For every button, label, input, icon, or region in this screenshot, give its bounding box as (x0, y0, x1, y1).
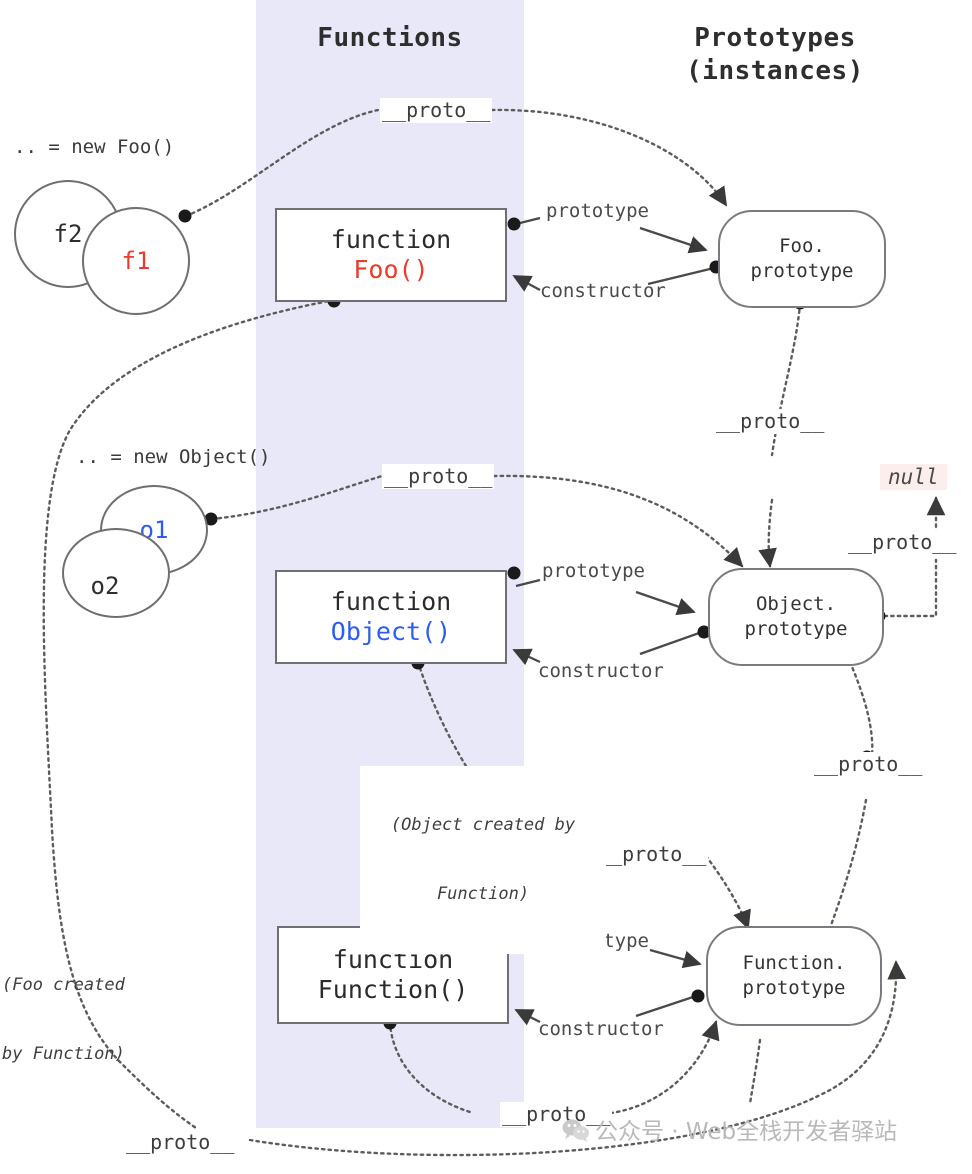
wire-object-prototype-stub (515, 578, 541, 588)
watermark-text: 公众号 · Web全栈开发者驿站 (595, 1119, 898, 1145)
function-box-object[interactable]: function Object() (275, 570, 507, 664)
proto-label-o1: __proto__ (382, 464, 495, 489)
edge-label-foo-prototype: prototype (546, 200, 649, 222)
column-heading-prototypes-line2: (instances) (686, 55, 864, 86)
prototype-box-function-line1: Function. (742, 952, 846, 975)
column-heading-functions: Functions (256, 22, 524, 55)
null-value-box: null (880, 464, 947, 490)
foo-instance-declaration: .. = new Foo() (14, 136, 175, 158)
wire-f1-proto-b (490, 108, 728, 207)
object-instance-declaration: .. = new Object() (76, 446, 271, 468)
column-heading-functions-label: Functions (317, 23, 463, 53)
wire-object-prototype (635, 590, 696, 616)
prototype-box-foo[interactable]: Foo. prototype (718, 210, 886, 308)
instance-label-o2: o2 (90, 572, 120, 600)
wire-fooproto-objproto-b (758, 498, 777, 568)
wire-function-constructor-stub (635, 994, 697, 1018)
edge-label-object-constructor: constructor (538, 660, 664, 682)
wire-objfn-note (416, 660, 468, 768)
diagram-canvas: Functions Prototypes (instances) .. = ne… (0, 0, 972, 1174)
prototype-box-function[interactable]: Function. prototype (706, 926, 882, 1026)
function-box-foo-name: Foo() (353, 255, 429, 284)
instance-circle-f1: f1 (82, 207, 190, 315)
proto-label-objectproto-down: __proto__ (812, 752, 925, 777)
wire-objproto-down-a (848, 660, 874, 758)
prototype-box-foo-line2: prototype (750, 260, 854, 282)
instance-label-f1: f1 (121, 247, 151, 275)
proto-label-foo-bottom: __proto__ (124, 1130, 237, 1155)
wire-object-constructor-stub (639, 630, 703, 656)
edge-label-object-prototype: prototype (542, 560, 645, 582)
proto-label-objectproto-to-null: __proto__ (846, 530, 959, 555)
prototype-box-function-line2: prototype (742, 977, 846, 999)
wire-function-prototype (649, 948, 702, 969)
function-box-function-name: Function() (317, 975, 469, 1004)
proto-label-f1: __proto__ (380, 98, 493, 123)
edge-label-foo-constructor: constructor (540, 280, 666, 302)
wire-foo-constructor (512, 274, 541, 292)
wire-o1-proto-a (210, 474, 384, 521)
column-heading-prototypes-line1: Prototypes (694, 23, 856, 53)
instance-circle-o2: o2 (62, 528, 170, 618)
wire-object-constructor (512, 648, 541, 666)
note-object-created-line2: Function) (436, 883, 530, 904)
note-foo-created-line2: by Function) (2, 1043, 125, 1064)
prototype-box-object-line2: prototype (744, 618, 848, 640)
prototype-box-object-line1: Object. (755, 593, 837, 616)
function-box-foo-keyword: function (330, 224, 452, 254)
wire-f1-proto-a (184, 108, 380, 218)
note-object-created-line1: (Object created by (390, 814, 576, 835)
wire-objproto-null-a (876, 558, 938, 618)
note-foo-created-by-function: (Foo created by Function) (2, 928, 182, 1112)
wire-functionfn-bottom (388, 1020, 472, 1114)
function-box-foo[interactable]: function Foo() (275, 208, 507, 302)
wire-objproto-down-b (826, 798, 868, 936)
wire-objfn-to-functionproto (704, 854, 751, 930)
watermark: 公众号 · Web全栈开发者驿站 (562, 1112, 897, 1146)
proto-label-fooproto-to-objectproto: __proto__ (714, 409, 827, 434)
wire-o1-proto-b (492, 474, 744, 568)
column-heading-prototypes: Prototypes (instances) (640, 22, 910, 87)
proto-label-objectfn-to-functionproto: __proto__ (596, 842, 709, 867)
prototype-box-foo-line1: Foo. (779, 235, 825, 258)
instance-label-f2: f2 (53, 220, 83, 248)
wire-fp-in-1 (748, 1038, 762, 1106)
wire-function-constructor (514, 1008, 541, 1026)
wire-foo-prototype (639, 226, 708, 254)
function-box-object-name: Object() (330, 617, 452, 646)
note-foo-created-line1: (Foo created (2, 974, 125, 995)
wechat-icon (562, 1118, 589, 1142)
function-box-object-keyword: function (330, 586, 452, 616)
edge-label-function-constructor: constructor (538, 1018, 664, 1040)
prototype-box-object[interactable]: Object. prototype (708, 568, 884, 666)
note-object-created-by-function: (Object created by Function) (360, 766, 606, 954)
